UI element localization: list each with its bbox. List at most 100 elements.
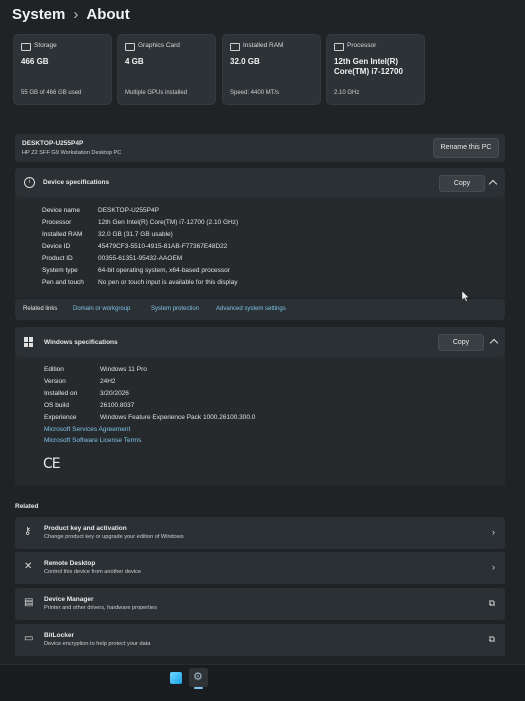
related-title: BitLocker — [44, 632, 74, 639]
storage-tile[interactable]: Storage 466 GB 55 GB of 466 GB used — [13, 34, 112, 105]
spec-row: OS build 26100.8037 — [44, 402, 134, 409]
windows-specs-copy-button[interactable]: Copy — [438, 334, 484, 351]
spec-value: DESKTOP-U255P4P — [98, 207, 159, 214]
product-key-row[interactable]: ⚷ Product key and activation Change prod… — [15, 517, 505, 549]
device-manager-row[interactable]: ▤ Device Manager Printer and other drive… — [15, 588, 505, 620]
device-specs-header[interactable]: i Device specifications Copy — [15, 168, 505, 197]
tile-value: 32.0 GB — [230, 57, 260, 66]
related-sub: Device encryption to help protect your d… — [44, 641, 151, 647]
processor-tile[interactable]: Processor 12th Gen Intel(R) Core(TM) i7-… — [326, 34, 425, 105]
tile-label: Storage — [34, 42, 57, 49]
bitlocker-row[interactable]: ▭ BitLocker Device encryption to help pr… — [15, 624, 505, 656]
device-specs-copy-button[interactable]: Copy — [439, 175, 485, 192]
spec-row: Pen and touch No pen or touch input is av… — [42, 279, 237, 286]
license-terms-link[interactable]: Microsoft Software License Terms — [44, 437, 141, 444]
related-title: Remote Desktop — [44, 560, 96, 567]
key-icon: ⚷ — [24, 526, 32, 537]
system-protection-link[interactable]: System protection — [151, 306, 199, 312]
related-links-label: Related links — [23, 306, 58, 312]
spec-key: Device ID — [42, 243, 71, 250]
taskbar: ⚙ — [0, 664, 525, 701]
tile-sub: 2.10 GHz — [334, 90, 360, 96]
tile-sub: Speed: 4400 MT/s — [230, 90, 280, 96]
spec-key: Processor — [42, 219, 72, 226]
domain-workgroup-link[interactable]: Domain or workgroup — [73, 306, 130, 312]
spec-value: 12th Gen Intel(R) Core(TM) i7-12700 (2.1… — [98, 219, 239, 226]
ce-mark: CE — [43, 456, 61, 472]
chevron-up-icon[interactable] — [489, 338, 499, 348]
spec-row: Processor 12th Gen Intel(R) Core(TM) i7-1… — [42, 219, 238, 226]
spec-key: Experience — [44, 414, 77, 421]
mouse-pointer-icon — [462, 291, 470, 302]
spec-row: System type 64-bit operating system, x64-… — [42, 267, 230, 274]
pc-name: DESKTOP-U255P4P — [22, 140, 84, 147]
spec-key: Edition — [44, 366, 64, 373]
windows-specs-header[interactable]: Windows specifications Copy — [15, 327, 505, 357]
ram-icon — [230, 43, 240, 51]
spec-row: Edition Windows 11 Pro — [44, 366, 147, 373]
graphics-card-tile[interactable]: Graphics Card 4 GB Multiple GPUs install… — [117, 34, 216, 105]
spec-key: Installed RAM — [42, 231, 83, 238]
spec-key: Product ID — [42, 255, 73, 262]
pc-model: HP Z2 SFF G9 Workstation Desktop PC — [22, 150, 122, 156]
spec-value: 00355-61351-95432-AAOEM — [98, 255, 183, 262]
tile-label: Graphics Card — [138, 42, 180, 49]
related-title: Product key and activation — [44, 525, 127, 532]
device-specs-title: Device specifications — [43, 179, 110, 186]
remote-desktop-icon: ✕ — [24, 561, 33, 572]
tile-value: 466 GB — [21, 57, 49, 66]
open-external-icon: ⧉ — [488, 634, 495, 644]
spec-value: 45479CF3-5510-4915-81AB-F77367E48D22 — [98, 243, 228, 250]
spec-value: No pen or touch input is available for t… — [98, 279, 238, 286]
tile-value: 12th Gen Intel(R) Core(TM) i7-12700 — [334, 57, 403, 76]
settings-gear-icon: ⚙ — [193, 671, 203, 683]
breadcrumb-separator: › — [73, 6, 79, 23]
spec-value: Windows Feature Experience Pack 1000.261… — [100, 414, 256, 421]
bitlocker-icon: ▭ — [24, 633, 34, 644]
breadcrumb-system[interactable]: System — [12, 6, 65, 23]
spec-value: 24H2 — [100, 378, 116, 385]
active-app-indicator — [194, 687, 203, 689]
spec-value: 32.0 GB (31.7 GB usable) — [98, 231, 173, 238]
spec-key: System type — [42, 267, 78, 274]
spec-value: Windows 11 Pro — [100, 366, 147, 373]
spec-key: Pen and touch — [42, 279, 84, 286]
chevron-up-icon[interactable] — [488, 179, 498, 189]
tile-sub: 55 GB of 466 GB used — [21, 90, 82, 96]
advanced-system-settings-link[interactable]: Advanced system settings — [216, 306, 286, 312]
spec-key: OS build — [44, 402, 69, 409]
related-title: Device Manager — [44, 596, 94, 603]
spec-key: Version — [44, 378, 66, 385]
device-manager-icon: ▤ — [24, 597, 34, 608]
tile-sub: Multiple GPUs installed — [125, 90, 188, 96]
page-title: About — [86, 6, 130, 23]
chevron-right-icon: › — [492, 562, 495, 572]
chevron-right-icon: › — [492, 527, 495, 537]
rename-pc-button[interactable]: Rename this PC — [433, 138, 499, 158]
spec-value: 3/20/2026 — [100, 390, 129, 397]
services-agreement-link[interactable]: Microsoft Services Agreement — [44, 426, 130, 433]
windows-specs-body: Edition Windows 11 Pro Version 24H2 Instal… — [15, 357, 505, 485]
breadcrumb: System › About — [12, 6, 130, 23]
remote-desktop-row[interactable]: ✕ Remote Desktop Control this device fro… — [15, 552, 505, 584]
spec-row: Device name DESKTOP-U255P4P — [42, 207, 159, 214]
related-sub: Change product key or upgrade your editi… — [44, 534, 184, 540]
spec-value: 64-bit operating system, x64-based proce… — [98, 267, 230, 274]
windows-logo-icon — [24, 337, 34, 347]
spec-row: Installed on 3/20/2026 — [44, 390, 129, 397]
related-heading: Related — [15, 503, 39, 510]
windows-specs-title: Windows specifications — [44, 339, 118, 346]
storage-icon — [21, 43, 31, 51]
open-external-icon: ⧉ — [488, 598, 495, 608]
tile-label: Processor — [347, 42, 377, 49]
spec-row: Version 24H2 — [44, 378, 116, 385]
pc-name-card: DESKTOP-U255P4P HP Z2 SFF G9 Workstation… — [15, 134, 505, 162]
spec-value: 26100.8037 — [100, 402, 135, 409]
related-sub: Control this device from another device — [44, 569, 142, 575]
processor-icon — [334, 43, 344, 51]
spec-row: Installed RAM 32.0 GB (31.7 GB usable) — [42, 231, 173, 238]
spec-key: Installed on — [44, 390, 78, 397]
installed-ram-tile[interactable]: Installed RAM 32.0 GB Speed: 4400 MT/s — [222, 34, 321, 105]
info-icon: i — [24, 177, 35, 188]
start-button-icon[interactable] — [170, 672, 182, 684]
